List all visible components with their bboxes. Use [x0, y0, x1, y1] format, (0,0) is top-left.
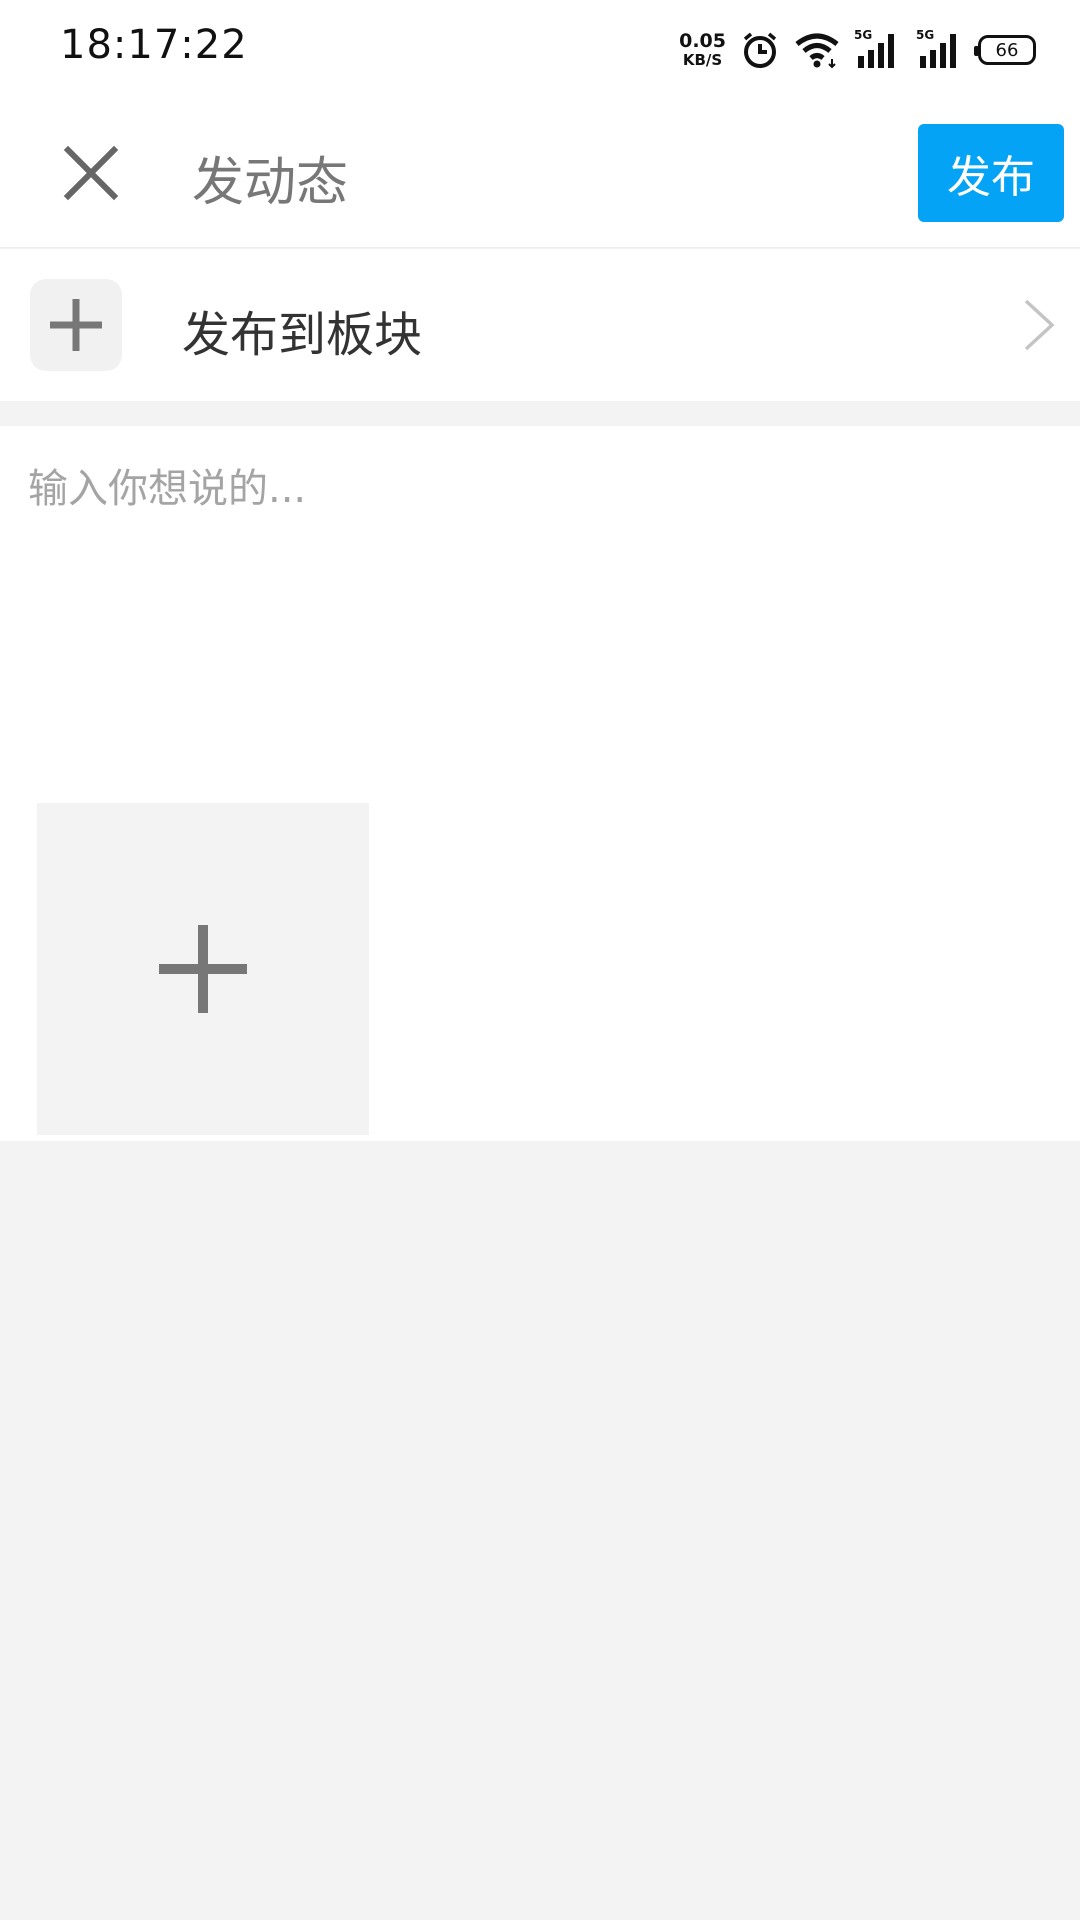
network-speed-value: 0.05: [679, 30, 726, 52]
board-selector[interactable]: 发布到板块: [0, 249, 1080, 401]
status-bar: 18:17:22 0.05 KB/S 5G 5G 66: [0, 0, 1080, 100]
signal-sim1-icon: 5G: [854, 28, 902, 70]
battery-level: 66: [995, 39, 1019, 61]
signal-sim2-icon: 5G: [916, 28, 964, 70]
plus-icon: [159, 925, 247, 1013]
battery-icon: 66: [974, 35, 1036, 65]
battery-cap: [974, 46, 979, 56]
board-selector-label: 发布到板块: [182, 307, 423, 363]
page-title: 发动态: [192, 153, 349, 213]
network-speed: 0.05 KB/S: [679, 32, 726, 68]
board-add-button[interactable]: [30, 279, 122, 371]
status-time: 18:17:22: [60, 22, 248, 68]
post-text-input[interactable]: [28, 456, 1048, 756]
signal-sim1-tag: 5G: [854, 28, 873, 42]
add-image-button[interactable]: [37, 803, 369, 1135]
alarm-icon: [743, 32, 777, 68]
section-divider: [0, 401, 1080, 426]
signal-sim2-tag: 5G: [916, 28, 935, 42]
status-icons: 0.05 KB/S 5G 5G 66: [679, 26, 1036, 74]
post-editor: [0, 426, 1080, 1141]
network-speed-unit: KB/S: [682, 51, 723, 69]
publish-button[interactable]: 发布: [918, 124, 1064, 222]
plus-icon: [50, 299, 102, 351]
header: 发动态 发布: [0, 100, 1080, 248]
screen: 18:17:22 0.05 KB/S 5G 5G 66 发动态 发布 发布到板块…: [0, 0, 1080, 1920]
close-icon: [63, 145, 119, 201]
close-button[interactable]: [60, 142, 122, 204]
wifi-icon: [795, 33, 839, 69]
chevron-right-icon: [1024, 299, 1055, 351]
